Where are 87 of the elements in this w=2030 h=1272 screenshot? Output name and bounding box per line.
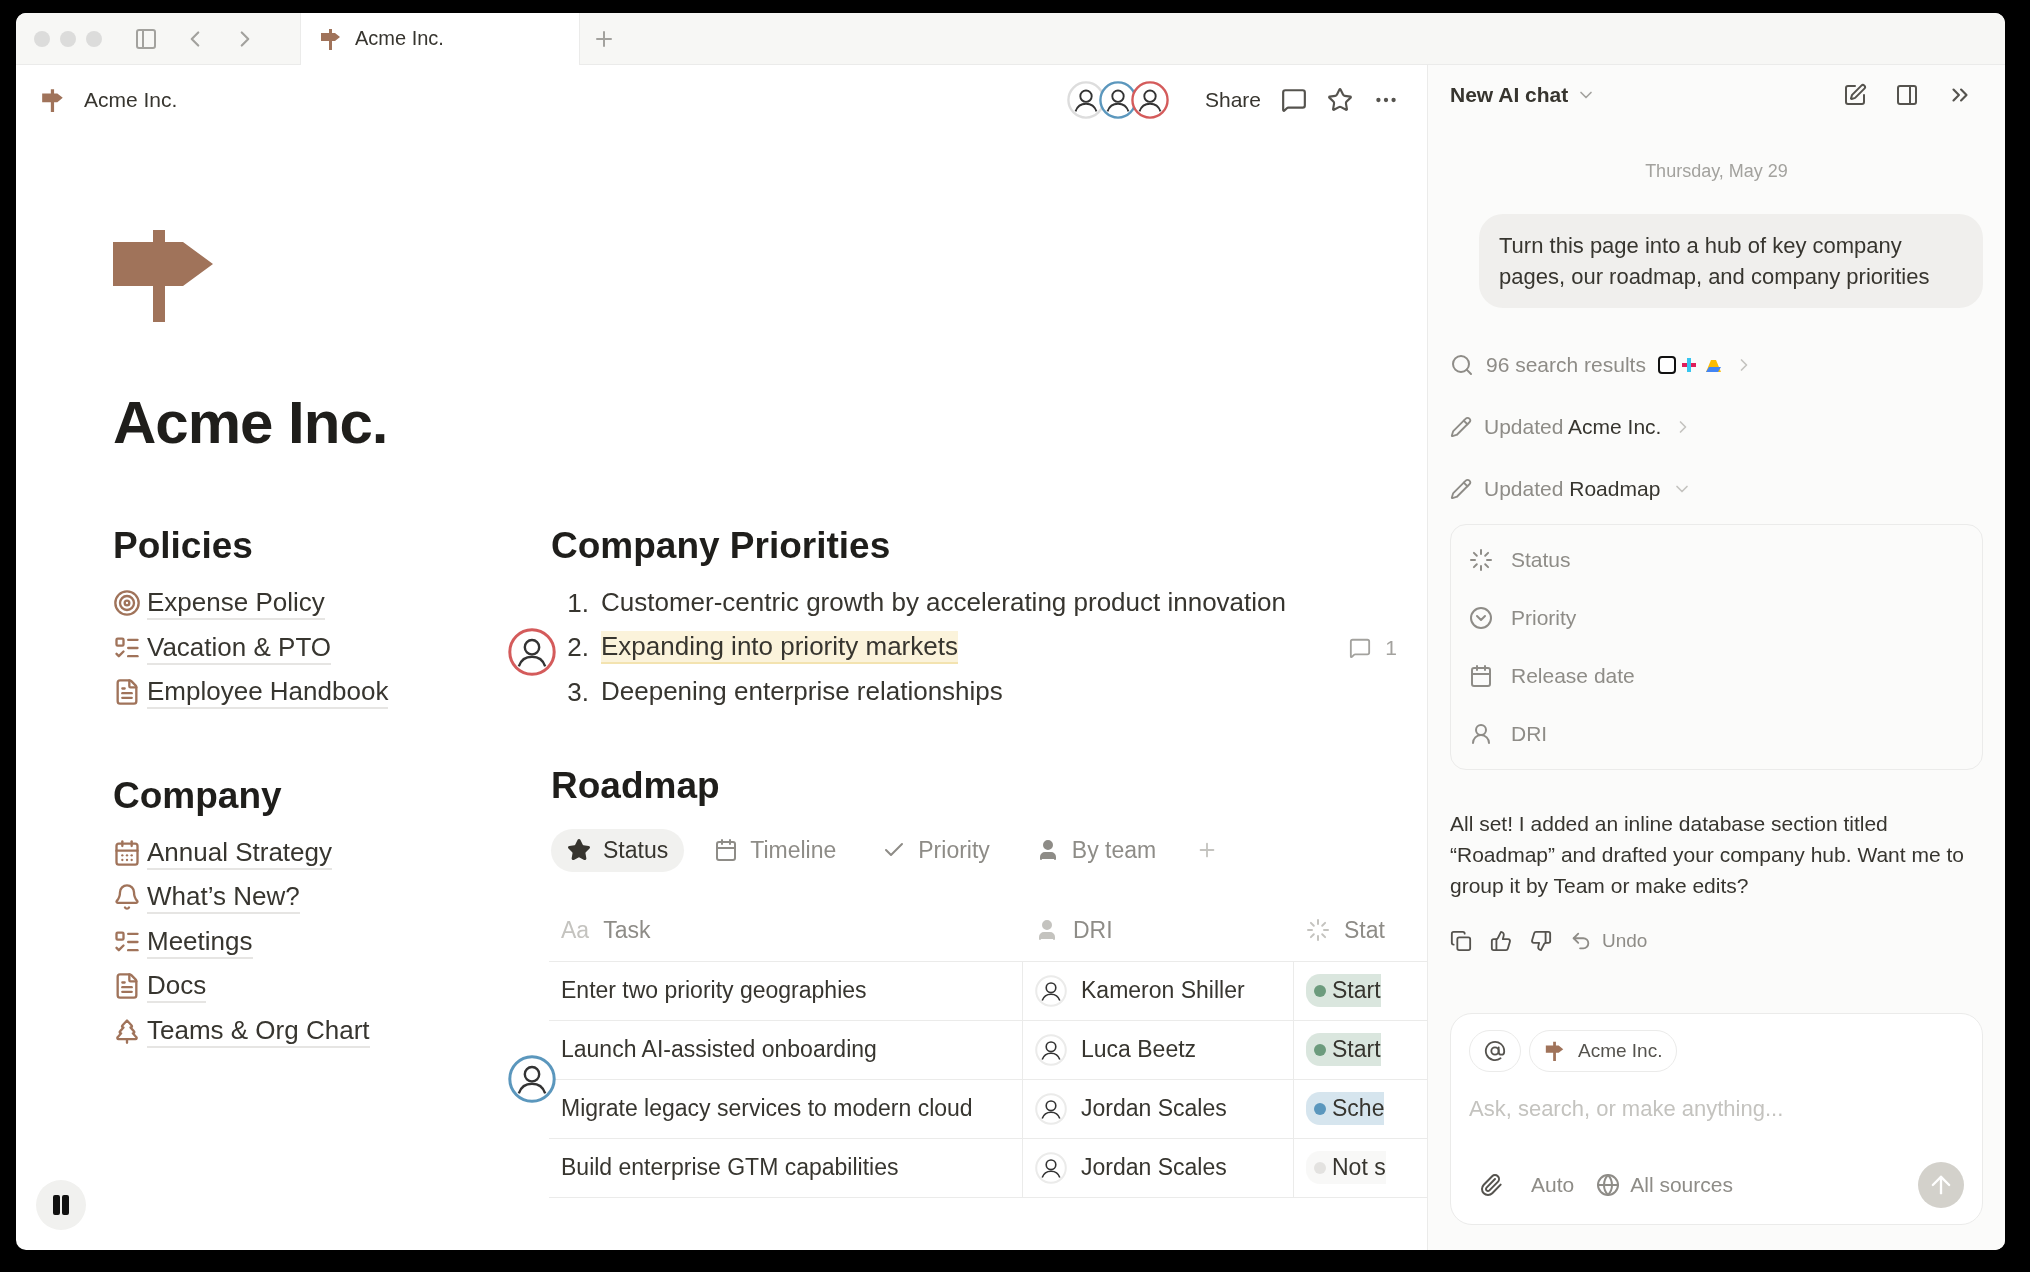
signpost-icon bbox=[1544, 1040, 1566, 1062]
at-sign-icon bbox=[1484, 1040, 1506, 1062]
status-tag: Sche bbox=[1306, 1092, 1385, 1125]
chat-input[interactable]: Ask, search, or make anything... bbox=[1469, 1090, 1964, 1128]
chat-title-dropdown[interactable]: New AI chat bbox=[1450, 83, 1825, 107]
table-cell: Luca Beetz bbox=[1023, 1020, 1294, 1079]
comment-count: 1 bbox=[1385, 635, 1397, 660]
pencil-icon bbox=[1450, 478, 1472, 500]
pause-button[interactable] bbox=[36, 1180, 86, 1230]
avatar-icon bbox=[1035, 1033, 1067, 1066]
list-number: 3. bbox=[566, 676, 589, 708]
table-cell: Launch AI-assisted onboarding bbox=[549, 1020, 1023, 1079]
avatar-icon bbox=[1130, 81, 1169, 119]
globe-icon bbox=[1596, 1173, 1621, 1197]
section-heading: Company bbox=[113, 774, 283, 817]
section-heading: Roadmap bbox=[551, 764, 721, 807]
status-icon bbox=[1306, 918, 1330, 942]
priority-item: Customer-centric growth by accelerating product innovation bbox=[601, 586, 1286, 619]
avatar-icon bbox=[1035, 1151, 1067, 1184]
bell-icon bbox=[113, 883, 141, 912]
user-message: Turn this page into a hub of key company pages, our roadmap, and company priorities bbox=[1479, 214, 1983, 308]
status-tag: Start bbox=[1306, 974, 1381, 1007]
calendar-icon bbox=[113, 838, 141, 867]
avatar-icon bbox=[508, 628, 556, 676]
signpost-icon bbox=[113, 230, 213, 322]
avatar-icon bbox=[1035, 1092, 1067, 1125]
app-logos-icon bbox=[1657, 355, 1722, 375]
chat-date: Thursday, May 29 bbox=[1644, 161, 1789, 182]
page-link[interactable]: Annual Strategy bbox=[147, 835, 332, 870]
thumbs-up-icon[interactable] bbox=[1490, 930, 1512, 952]
update-step[interactable]: Updated Roadmap bbox=[1484, 477, 1661, 501]
avatar-icon bbox=[1035, 974, 1067, 1007]
table-cell: Kameron Shiller bbox=[1023, 961, 1294, 1020]
star-icon bbox=[567, 838, 591, 862]
copy-icon[interactable] bbox=[1450, 930, 1472, 952]
status-tag: Not s bbox=[1306, 1151, 1386, 1184]
status-tag: Start bbox=[1306, 1033, 1381, 1066]
window-close-dot[interactable] bbox=[34, 30, 50, 47]
view-tab[interactable]: Status bbox=[551, 828, 685, 872]
property-name: Release date bbox=[1511, 664, 1635, 688]
page-title: Acme Inc. bbox=[113, 388, 389, 457]
pencil-icon bbox=[1450, 416, 1472, 438]
property-name: Status bbox=[1511, 548, 1571, 572]
list-number: 2. bbox=[566, 632, 589, 664]
person-icon bbox=[1469, 722, 1493, 746]
status-icon bbox=[1469, 548, 1493, 572]
avatar-icon bbox=[508, 1055, 556, 1103]
priority-item: Deepening enterprise relationships bbox=[601, 675, 1003, 708]
calendar-icon bbox=[1469, 664, 1493, 688]
mention-button[interactable] bbox=[1469, 1030, 1521, 1072]
table-cell: Build enterprise GTM capabilities bbox=[549, 1138, 1023, 1197]
target-icon bbox=[113, 589, 141, 618]
thumbs-down-icon[interactable] bbox=[1530, 930, 1552, 952]
search-icon bbox=[1450, 353, 1474, 377]
section-heading: Policies bbox=[113, 525, 254, 567]
browser-tab[interactable]: Acme Inc. bbox=[300, 13, 580, 65]
page-link[interactable]: Meetings bbox=[147, 924, 253, 959]
avatar-icon bbox=[1098, 81, 1137, 119]
section-heading: Company Priorities bbox=[551, 525, 892, 567]
calendar-icon bbox=[714, 838, 739, 862]
table-cell: Migrate legacy services to modern cloud bbox=[549, 1079, 1023, 1138]
table-cell: Enter two priority geographies bbox=[549, 961, 1023, 1020]
avatar-icon bbox=[1066, 81, 1105, 119]
page-link[interactable]: Vacation & PTO bbox=[147, 630, 332, 665]
text-type-icon: Aa bbox=[561, 916, 590, 944]
assistant-reply: All set! I added an inline database section titled “Roadmap” and drafted your company hub. Want me to group it by Team or make edits? bbox=[1450, 811, 1965, 899]
table-cell: Jordan Scales bbox=[1023, 1138, 1294, 1197]
sidebar-icon bbox=[134, 26, 158, 51]
table-cell: Jordan Scales bbox=[1023, 1079, 1294, 1138]
share-button[interactable]: Share bbox=[1194, 82, 1271, 118]
page-link[interactable]: Employee Handbook bbox=[147, 675, 389, 710]
list-number: 1. bbox=[566, 587, 589, 619]
page-link[interactable]: Docs bbox=[147, 969, 207, 1004]
page-link[interactable]: Expense Policy bbox=[147, 586, 325, 621]
update-step[interactable]: Updated Acme Inc. bbox=[1484, 415, 1662, 439]
breadcrumb[interactable]: Acme Inc. bbox=[84, 88, 178, 112]
tree-icon bbox=[113, 1016, 141, 1045]
window-minimize-dot[interactable] bbox=[60, 30, 76, 47]
page-link[interactable]: What’s New? bbox=[147, 880, 300, 915]
priority-item: Expanding into priority markets bbox=[601, 631, 958, 665]
context-chip[interactable]: Acme Inc. bbox=[1529, 1030, 1678, 1072]
property-name: DRI bbox=[1511, 722, 1548, 746]
property-name: Priority bbox=[1511, 606, 1577, 630]
undo-icon bbox=[1570, 930, 1592, 952]
window-zoom-dot[interactable] bbox=[86, 30, 102, 47]
page-link[interactable]: Teams & Org Chart bbox=[147, 1013, 370, 1048]
chevron-circle-icon bbox=[1469, 606, 1493, 630]
